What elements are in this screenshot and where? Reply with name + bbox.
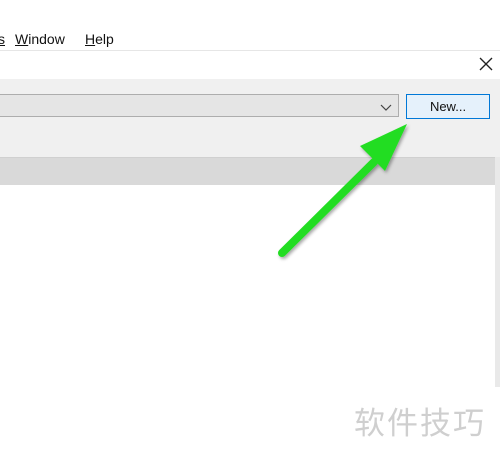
menu-item-partial[interactable]: s bbox=[0, 31, 5, 47]
menu-item-help[interactable]: Help bbox=[85, 31, 114, 47]
profile-dropdown[interactable] bbox=[0, 94, 399, 117]
list-header bbox=[0, 158, 495, 185]
list-panel[interactable] bbox=[0, 157, 495, 388]
scroll-strip[interactable] bbox=[495, 157, 500, 387]
chevron-down-icon[interactable] bbox=[380, 100, 392, 112]
watermark-text: 软件技巧 bbox=[354, 406, 486, 442]
dialog-titlebar bbox=[0, 51, 500, 79]
close-icon[interactable] bbox=[476, 54, 496, 74]
menu-item-window[interactable]: Window bbox=[15, 31, 65, 47]
new-button[interactable]: New... bbox=[406, 94, 490, 119]
menubar: s Window Help bbox=[0, 28, 500, 50]
